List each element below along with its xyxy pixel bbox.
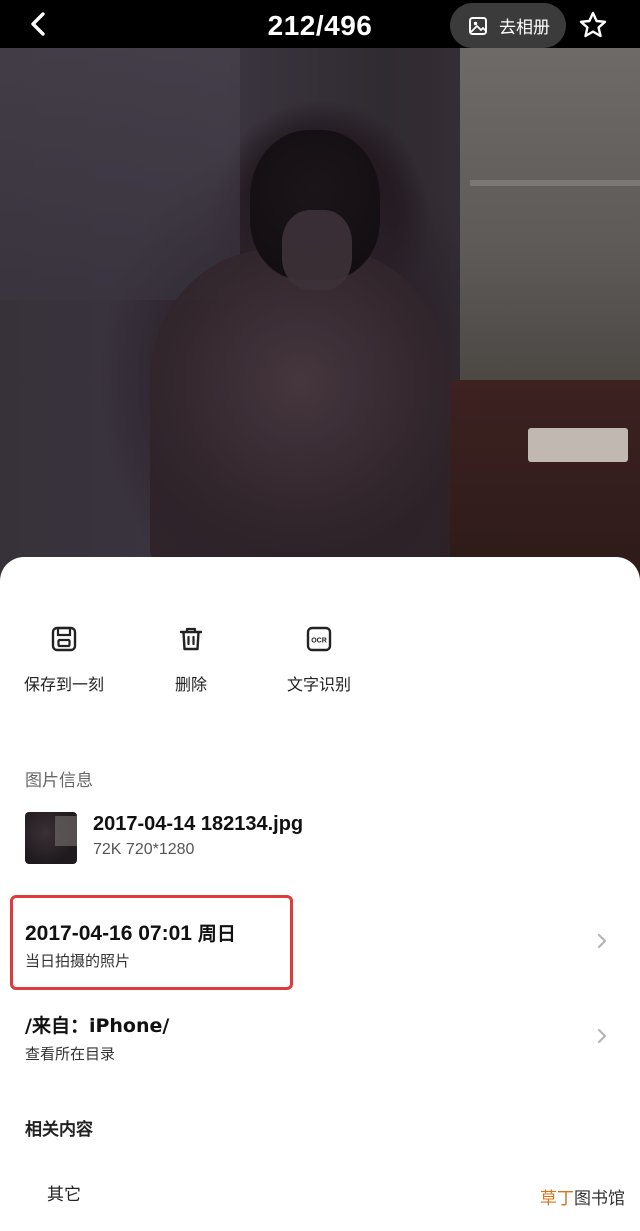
action-bar: 保存到一刻 删除 OCR 文字识别 (0, 557, 640, 707)
top-bar: 212/496 去相册 (0, 0, 640, 48)
photo-person-face (282, 210, 352, 290)
capture-date-subtitle: 当日拍摄的照片 (25, 952, 131, 970)
photo-curtain (0, 40, 240, 300)
photo-viewer[interactable] (0, 0, 640, 600)
capture-date: 2017-04-16 07:01 周日 (25, 919, 236, 946)
related-content-heading: 相关内容 (25, 1120, 93, 1140)
capture-date-time: 2017-04-16 07:01 (25, 922, 192, 945)
photo-shelf (470, 180, 640, 186)
save-to-yike-label: 保存到一刻 (23, 675, 104, 694)
watermark: 草丁图书馆 (540, 1184, 625, 1209)
watermark-rest: 图书馆 (574, 1189, 625, 1209)
go-to-album-label: 去相册 (499, 18, 550, 38)
photo-person-body (150, 250, 450, 580)
source-folder-row[interactable]: /来自：iPhone/ 查看所在目录 (0, 997, 640, 1077)
go-to-album-button[interactable]: 去相册 (450, 3, 566, 48)
back-chevron-icon (31, 12, 45, 36)
delete-button[interactable]: 删除 (121, 625, 261, 705)
ocr-icon-text: OCR (311, 638, 327, 645)
star-icon (579, 11, 607, 38)
favorite-button[interactable] (576, 8, 610, 42)
image-icon (469, 16, 487, 35)
ocr-icon: OCR (306, 626, 332, 652)
image-info-heading: 图片信息 (25, 771, 93, 791)
chevron-right-icon (597, 1028, 607, 1044)
photo-thumbnail (25, 812, 77, 864)
photo-cabinet (440, 380, 640, 580)
capture-weekday: 周日 (197, 923, 236, 945)
back-button[interactable] (22, 8, 54, 40)
capture-date-row[interactable]: 2017-04-16 07:01 周日 当日拍摄的照片 (0, 897, 640, 977)
source-folder-title: /来自：iPhone/ (25, 1015, 170, 1037)
file-info-row: 2017-04-14 182134.jpg 72K 720*1280 (25, 812, 605, 864)
photo-wall (460, 40, 640, 390)
chevron-right-icon (597, 933, 607, 949)
text-recognition-button[interactable]: OCR 文字识别 (249, 625, 389, 705)
file-size-resolution: 72K 720*1280 (93, 841, 195, 858)
save-to-yike-button[interactable]: 保存到一刻 (0, 625, 134, 705)
related-tag-other[interactable]: 其它 (47, 1180, 81, 1205)
watermark-accent: 草丁 (540, 1189, 574, 1209)
source-folder-subtitle: 查看所在目录 (25, 1045, 116, 1063)
save-icon (51, 626, 77, 652)
delete-label: 删除 (174, 675, 207, 694)
file-name: 2017-04-14 182134.jpg (93, 813, 304, 835)
trash-icon (179, 627, 203, 651)
photo-outlet (528, 428, 628, 462)
photo-info-sheet: 保存到一刻 删除 OCR 文字识别 图片信息 2017-04-14 182134… (0, 557, 640, 1231)
text-recognition-label: 文字识别 (286, 675, 351, 694)
